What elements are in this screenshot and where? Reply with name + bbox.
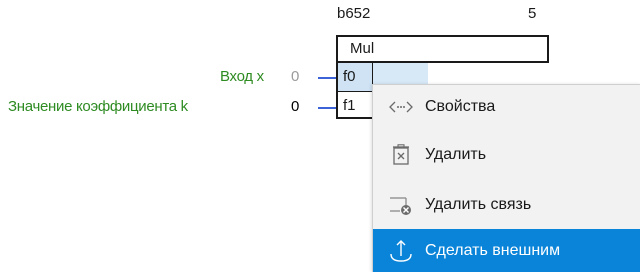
wire-k <box>318 107 336 109</box>
input-value-x[interactable]: 0 <box>291 68 299 85</box>
menu-item-label: Удалить <box>425 145 487 163</box>
menu-item-properties[interactable]: Свойства <box>373 85 640 128</box>
menu-item-label: Свойства <box>425 97 496 115</box>
make-external-icon <box>381 229 421 272</box>
input-value-k[interactable]: 0 <box>291 98 299 115</box>
properties-icon <box>381 85 421 128</box>
block-id: b652 <box>337 5 371 22</box>
wire-x <box>318 77 336 79</box>
delete-icon <box>381 133 421 176</box>
input-label-x: Вход x <box>220 68 264 85</box>
menu-item-label: Удалить связь <box>425 195 532 213</box>
port-f1[interactable]: f1 <box>338 92 373 121</box>
input-label-k: Значение коэффициента k <box>8 98 188 115</box>
context-menu: Свойства Удалить Удалить связь Сделать в… <box>372 84 640 272</box>
menu-item-remove-link[interactable]: Удалить связь <box>373 183 640 226</box>
block-number: 5 <box>528 5 537 22</box>
menu-item-label: Сделать внешним <box>425 241 561 259</box>
remove-link-icon <box>381 183 421 226</box>
port-f0[interactable]: f0 <box>338 63 373 92</box>
block-type-label: Mul <box>338 37 547 63</box>
menu-item-delete[interactable]: Удалить <box>373 133 640 176</box>
menu-item-make-external[interactable]: Сделать внешним <box>373 229 640 272</box>
